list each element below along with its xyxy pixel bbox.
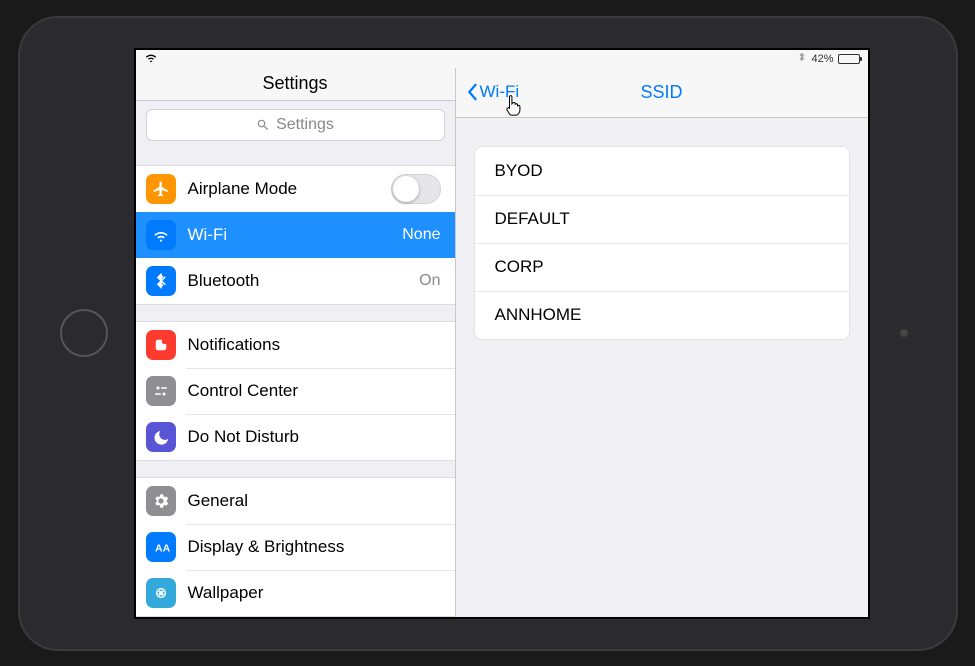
sidebar-item-value: None	[402, 226, 440, 244]
sidebar-item-do-not-disturb[interactable]: Do Not Disturb	[136, 414, 455, 460]
svg-text:AA: AA	[155, 542, 170, 554]
sidebar-item-wallpaper[interactable]: Wallpaper	[136, 570, 455, 616]
battery-percentage: 42%	[811, 53, 833, 65]
airplane-icon	[146, 174, 176, 204]
airplane-toggle[interactable]	[391, 174, 441, 204]
battery-icon	[838, 54, 860, 64]
display-icon: AA	[146, 532, 176, 562]
sidebar-item-label: General	[188, 491, 441, 511]
sidebar-item-label: Wallpaper	[188, 583, 441, 603]
front-camera	[900, 329, 908, 337]
sidebar-item-label: Do Not Disturb	[188, 427, 441, 447]
settings-sidebar: Settings Settings Airplane Mode	[136, 68, 456, 617]
wifi-status-icon	[144, 50, 158, 67]
wallpaper-icon	[146, 578, 176, 608]
sidebar-item-label: Display & Brightness	[188, 537, 441, 557]
settings-group-notifications: Notifications Control Center Do Not Dist…	[136, 321, 455, 461]
ssid-row[interactable]: DEFAULT	[475, 195, 849, 243]
sidebar-item-label: Bluetooth	[188, 271, 420, 291]
sidebar-item-notifications[interactable]: Notifications	[136, 322, 455, 368]
bluetooth-icon	[146, 266, 176, 296]
sidebar-item-airplane-mode[interactable]: Airplane Mode	[136, 166, 455, 212]
ssid-row[interactable]: CORP	[475, 243, 849, 291]
moon-icon	[146, 422, 176, 452]
ssid-row[interactable]: ANNHOME	[475, 291, 849, 339]
tablet-frame: 42% Settings Settings	[18, 16, 958, 651]
settings-title: Settings	[136, 68, 455, 101]
sidebar-item-label: Control Center	[188, 381, 441, 401]
control-center-icon	[146, 376, 176, 406]
ssid-label: DEFAULT	[495, 209, 570, 229]
settings-group-connectivity: Airplane Mode Wi-Fi None	[136, 165, 455, 305]
sidebar-item-bluetooth[interactable]: Bluetooth On	[136, 258, 455, 304]
sidebar-item-wifi[interactable]: Wi-Fi None	[136, 212, 455, 258]
ssid-label: ANNHOME	[495, 305, 582, 325]
sidebar-item-control-center[interactable]: Control Center	[136, 368, 455, 414]
search-input[interactable]: Settings	[146, 109, 445, 141]
settings-group-general: General AA Display & Brightness Wallpape…	[136, 477, 455, 617]
back-button[interactable]: Wi-Fi	[466, 82, 520, 102]
ssid-group: BYOD DEFAULT CORP ANNHOME	[474, 146, 850, 340]
detail-header: Wi-Fi SSID	[456, 68, 868, 118]
status-bar: 42%	[136, 50, 868, 68]
detail-title: SSID	[640, 82, 682, 103]
gear-icon	[146, 486, 176, 516]
wifi-icon	[146, 220, 176, 250]
sidebar-item-label: Notifications	[188, 335, 441, 355]
sidebar-item-value: On	[419, 272, 440, 290]
chevron-left-icon	[466, 83, 478, 101]
screen: 42% Settings Settings	[134, 48, 870, 619]
ssid-label: BYOD	[495, 161, 543, 181]
home-button[interactable]	[60, 309, 108, 357]
ssid-row[interactable]: BYOD	[475, 147, 849, 195]
sidebar-item-label: Airplane Mode	[188, 179, 391, 199]
sidebar-item-general[interactable]: General	[136, 478, 455, 524]
sidebar-item-display-brightness[interactable]: AA Display & Brightness	[136, 524, 455, 570]
notifications-icon	[146, 330, 176, 360]
bluetooth-status-icon	[797, 51, 807, 66]
back-button-label: Wi-Fi	[480, 82, 520, 102]
search-icon	[256, 118, 270, 132]
ssid-label: CORP	[495, 257, 544, 277]
search-placeholder: Settings	[276, 116, 334, 134]
sidebar-item-label: Wi-Fi	[188, 225, 403, 245]
detail-pane: Wi-Fi SSID BYOD DEFAULT	[456, 68, 868, 617]
